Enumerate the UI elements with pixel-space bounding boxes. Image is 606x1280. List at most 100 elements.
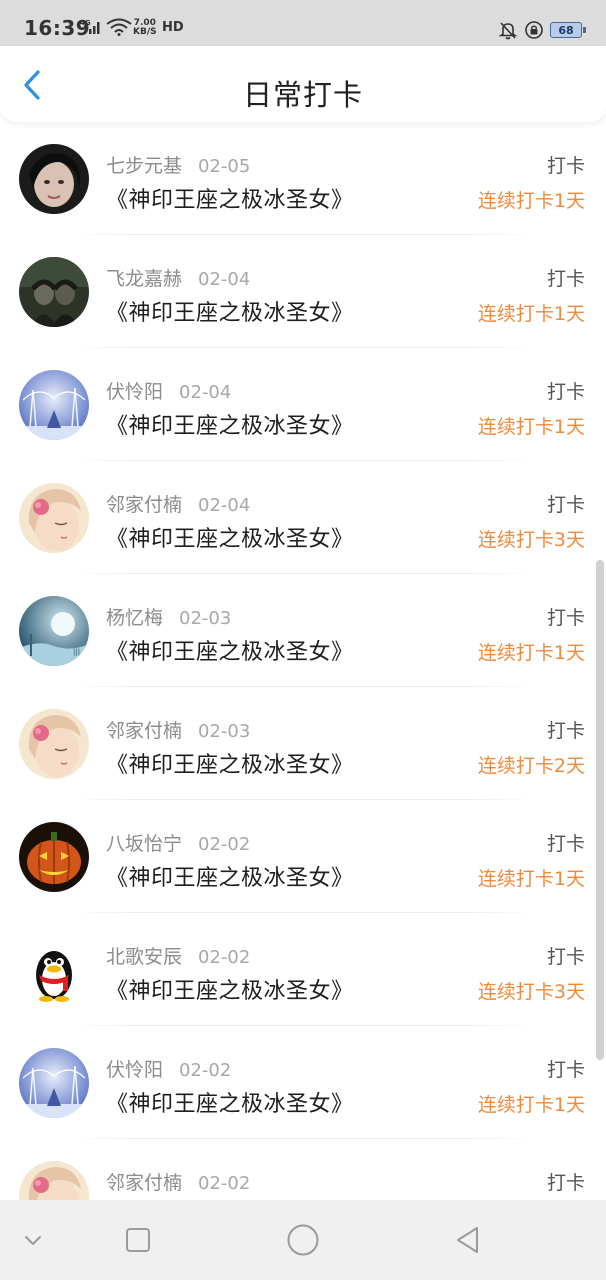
anime-girl-avatar[interactable] (19, 709, 89, 779)
penguin-avatar[interactable] (19, 935, 89, 1005)
checkin-tag: 打卡 (546, 268, 585, 290)
portrait-dark-avatar[interactable] (19, 144, 89, 214)
checkin-row[interactable]: 邻家付楠 02-04 《神印王座之极冰圣女》 打卡 连续打卡3天 (0, 461, 606, 574)
snowy-trees-avatar[interactable] (19, 370, 89, 440)
book-title: 《神印王座之极冰圣女》 (106, 301, 354, 326)
streak-label: 连续打卡1天 (477, 1094, 585, 1116)
square-recents-icon[interactable] (118, 1220, 158, 1260)
list-scrollbar[interactable] (596, 560, 604, 1060)
checkin-date: 02-02 (179, 1060, 232, 1081)
checkin-tag: 打卡 (546, 381, 585, 403)
checkin-user-line: 伏怜阳 02-04 (106, 377, 231, 404)
checkin-date: 02-04 (198, 269, 251, 290)
checkin-user-line: 飞龙嘉赫 02-04 (106, 264, 250, 291)
checkin-row[interactable]: ||| 杨忆梅 02-03 《神印王座之极冰圣女》 打卡 连续打卡1天 (0, 574, 606, 687)
checkin-row[interactable]: 七步元基 02-05 《神印王座之极冰圣女》 打卡 连续打卡1天 (0, 122, 606, 235)
system-nav-bar (0, 1200, 606, 1280)
streak-label: 连续打卡3天 (477, 529, 585, 551)
hd-label: HD (162, 20, 184, 35)
streak-label: 连续打卡1天 (477, 642, 585, 664)
speed-unit: KB/S (133, 27, 157, 37)
triangle-back-icon[interactable] (448, 1220, 488, 1260)
pumpkin-avatar[interactable] (19, 822, 89, 892)
book-title: 《神印王座之极冰圣女》 (106, 753, 354, 778)
checkin-row[interactable]: 伏怜阳 02-04 《神印王座之极冰圣女》 打卡 连续打卡1天 (0, 348, 606, 461)
anime-girl-avatar[interactable] (19, 483, 89, 553)
checkin-tag: 打卡 (546, 1172, 585, 1194)
checkin-date: 02-03 (179, 608, 232, 629)
checkin-tag: 打卡 (546, 1059, 585, 1081)
checkin-row[interactable]: 飞龙嘉赫 02-04 《神印王座之极冰圣女》 打卡 连续打卡1天 (0, 235, 606, 348)
checkin-date: 02-05 (198, 156, 251, 177)
book-title: 《神印王座之极冰圣女》 (106, 527, 354, 552)
network-speed: 7.00 KB/S (133, 19, 157, 37)
dark-photo-avatar[interactable] (19, 257, 89, 327)
user-name[interactable]: 飞龙嘉赫 (106, 268, 182, 290)
checkin-date: 02-02 (198, 947, 251, 968)
checkin-user-line: 北歌安辰 02-02 (106, 942, 250, 969)
book-title: 《神印王座之极冰圣女》 (106, 640, 354, 665)
streak-label: 连续打卡1天 (477, 416, 585, 438)
checkin-date: 02-04 (198, 495, 251, 516)
checkin-tag: 打卡 (546, 833, 585, 855)
user-name[interactable]: 邻家付楠 (106, 720, 182, 742)
cellular-signal-icon: 4G (80, 19, 100, 34)
checkin-list[interactable]: 七步元基 02-05 《神印王座之极冰圣女》 打卡 连续打卡1天 飞龙嘉赫 02-0… (0, 122, 606, 1200)
snowy-trees-avatar[interactable] (19, 1048, 89, 1118)
checkin-row[interactable]: 伏怜阳 02-02 《神印王座之极冰圣女》 打卡 连续打卡1天 (0, 1026, 606, 1139)
wifi-icon (106, 18, 132, 36)
checkin-tag: 打卡 (546, 946, 585, 968)
network-label: 4G (80, 19, 91, 27)
checkin-user-line: 邻家付楠 02-03 (106, 716, 250, 743)
streak-label: 连续打卡1天 (477, 868, 585, 890)
streak-label: 连续打卡2天 (477, 755, 585, 777)
checkin-date: 02-04 (179, 382, 232, 403)
checkin-row[interactable]: 北歌安辰 02-02 《神印王座之极冰圣女》 打卡 连续打卡3天 (0, 913, 606, 1026)
checkin-user-line: 杨忆梅 02-03 (106, 603, 231, 630)
book-title: 《神印王座之极冰圣女》 (106, 979, 354, 1004)
user-name[interactable]: 北歌安辰 (106, 946, 182, 968)
lock-rotation-icon (525, 21, 543, 39)
user-name[interactable]: 邻家付楠 (106, 1172, 182, 1194)
checkin-row[interactable]: 邻家付楠 02-02 打卡 (0, 1139, 606, 1200)
moon-scene-avatar[interactable]: ||| (19, 596, 89, 666)
checkin-user-line: 邻家付楠 02-02 (106, 1168, 250, 1195)
checkin-user-line: 七步元基 02-05 (106, 151, 250, 178)
user-name[interactable]: 伏怜阳 (106, 1059, 163, 1081)
battery-level: 68 (558, 23, 574, 37)
book-title: 《神印王座之极冰圣女》 (106, 414, 354, 439)
svg-text:|||: ||| (73, 648, 80, 656)
checkin-tag: 打卡 (546, 607, 585, 629)
streak-label: 连续打卡1天 (477, 190, 585, 212)
checkin-tag: 打卡 (546, 155, 585, 177)
book-title: 《神印王座之极冰圣女》 (106, 866, 354, 891)
checkin-row[interactable]: 邻家付楠 02-03 《神印王座之极冰圣女》 打卡 连续打卡2天 (0, 687, 606, 800)
header: 日常打卡 (0, 46, 606, 122)
checkin-tag: 打卡 (546, 494, 585, 516)
checkin-user-line: 伏怜阳 02-02 (106, 1055, 231, 1082)
user-name[interactable]: 伏怜阳 (106, 381, 163, 403)
checkin-date: 02-02 (198, 1173, 251, 1194)
checkin-user-line: 邻家付楠 02-04 (106, 490, 250, 517)
checkin-date: 02-02 (198, 834, 251, 855)
streak-label: 连续打卡3天 (477, 981, 585, 1003)
status-right-icons: 68 (498, 19, 586, 41)
chevron-down-icon[interactable] (13, 1220, 53, 1260)
page-title: 日常打卡 (242, 78, 363, 112)
book-title: 《神印王座之极冰圣女》 (106, 1092, 354, 1117)
checkin-date: 02-03 (198, 721, 251, 742)
streak-label: 连续打卡1天 (477, 303, 585, 325)
bell-muted-icon (498, 22, 518, 40)
anime-girl-avatar[interactable] (19, 1161, 89, 1200)
user-name[interactable]: 邻家付楠 (106, 494, 182, 516)
user-name[interactable]: 七步元基 (106, 155, 182, 177)
checkin-user-line: 八坂怡宁 02-02 (106, 829, 250, 856)
book-title: 《神印王座之极冰圣女》 (106, 188, 354, 213)
user-name[interactable]: 杨忆梅 (106, 607, 163, 629)
checkin-row[interactable]: 八坂怡宁 02-02 《神印王座之极冰圣女》 打卡 连续打卡1天 (0, 800, 606, 913)
status-bar: 16:39 4G 7.00 KB/S HD 68 (0, 0, 606, 46)
user-name[interactable]: 八坂怡宁 (106, 833, 182, 855)
circle-home-icon[interactable] (283, 1220, 323, 1260)
checkin-tag: 打卡 (546, 720, 585, 742)
battery-icon: 68 (550, 22, 586, 38)
